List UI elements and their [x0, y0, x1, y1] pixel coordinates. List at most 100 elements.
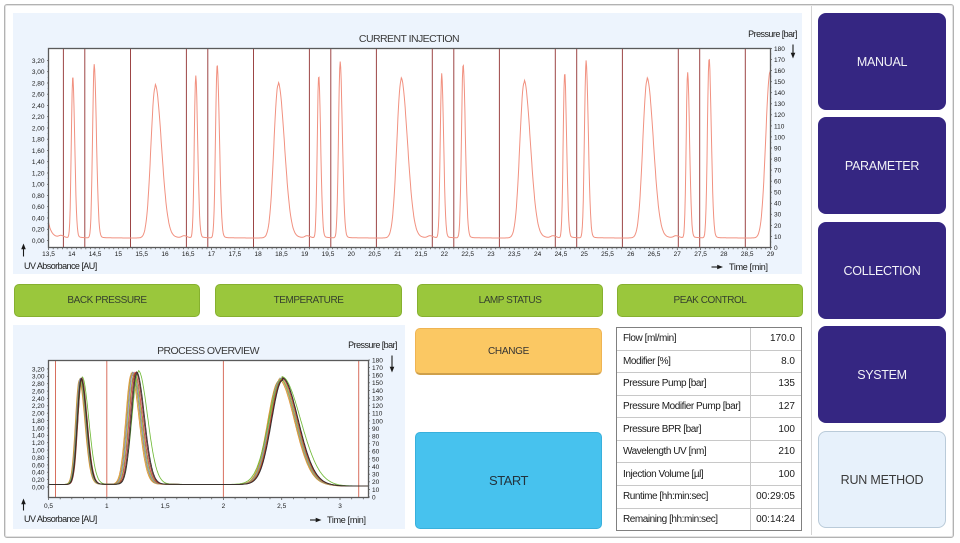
svg-text:3: 3: [338, 503, 342, 510]
svg-text:26: 26: [627, 251, 635, 258]
svg-text:40: 40: [372, 464, 380, 471]
svg-text:100: 100: [774, 134, 785, 141]
svg-text:0,40: 0,40: [32, 470, 45, 477]
svg-text:20: 20: [774, 223, 782, 230]
svg-text:28: 28: [720, 251, 728, 258]
svg-text:3,00: 3,00: [32, 69, 45, 76]
svg-text:1,20: 1,20: [32, 440, 45, 447]
svg-text:15,5: 15,5: [135, 251, 148, 258]
svg-text:0: 0: [774, 245, 778, 252]
svg-text:2,80: 2,80: [32, 381, 45, 388]
svg-text:2,5: 2,5: [277, 503, 286, 510]
svg-text:22,5: 22,5: [461, 251, 474, 258]
svg-text:19,5: 19,5: [322, 251, 335, 258]
svg-text:90: 90: [372, 426, 380, 433]
svg-text:80: 80: [774, 157, 782, 164]
svg-text:23: 23: [487, 251, 495, 258]
svg-text:110: 110: [372, 411, 383, 418]
svg-text:130: 130: [372, 396, 383, 403]
svg-text:3,00: 3,00: [32, 374, 45, 381]
svg-text:140: 140: [774, 90, 785, 97]
svg-text:0,5: 0,5: [44, 503, 53, 510]
svg-text:110: 110: [774, 123, 785, 130]
svg-text:21: 21: [394, 251, 402, 258]
svg-text:1: 1: [105, 503, 109, 510]
svg-text:140: 140: [372, 388, 383, 395]
svg-text:0,00: 0,00: [32, 238, 45, 245]
svg-text:2,00: 2,00: [32, 125, 45, 132]
svg-text:0,20: 0,20: [32, 227, 45, 234]
svg-text:180: 180: [372, 357, 383, 364]
svg-text:1,60: 1,60: [32, 425, 45, 432]
svg-text:0,80: 0,80: [32, 455, 45, 462]
svg-text:19: 19: [301, 251, 309, 258]
svg-text:70: 70: [774, 168, 782, 175]
svg-text:120: 120: [372, 403, 383, 410]
svg-text:60: 60: [774, 179, 782, 186]
svg-text:0,60: 0,60: [32, 462, 45, 469]
svg-text:1,40: 1,40: [32, 159, 45, 166]
svg-text:20: 20: [372, 479, 380, 486]
svg-text:17: 17: [208, 251, 216, 258]
svg-text:2: 2: [222, 503, 226, 510]
svg-text:150: 150: [774, 79, 785, 86]
svg-text:1,00: 1,00: [32, 182, 45, 189]
svg-text:13,5: 13,5: [42, 251, 55, 258]
svg-text:1,5: 1,5: [161, 503, 170, 510]
svg-text:0: 0: [372, 494, 376, 501]
svg-text:150: 150: [372, 380, 383, 387]
svg-text:2,40: 2,40: [32, 103, 45, 110]
svg-text:0,80: 0,80: [32, 193, 45, 200]
svg-text:170: 170: [372, 365, 383, 372]
svg-text:30: 30: [372, 472, 380, 479]
svg-text:2,80: 2,80: [32, 80, 45, 87]
svg-text:3,20: 3,20: [32, 58, 45, 65]
svg-text:2,20: 2,20: [32, 403, 45, 410]
svg-text:2,20: 2,20: [32, 114, 45, 121]
svg-text:23,5: 23,5: [508, 251, 521, 258]
svg-text:28,5: 28,5: [741, 251, 754, 258]
svg-text:1,20: 1,20: [32, 170, 45, 177]
svg-text:1,40: 1,40: [32, 433, 45, 440]
svg-text:0,60: 0,60: [32, 204, 45, 211]
svg-text:2,60: 2,60: [32, 389, 45, 396]
svg-text:16,5: 16,5: [182, 251, 195, 258]
svg-text:16: 16: [161, 251, 169, 258]
svg-text:2,60: 2,60: [32, 92, 45, 99]
svg-text:170: 170: [774, 57, 785, 64]
svg-text:120: 120: [774, 112, 785, 119]
svg-text:50: 50: [774, 190, 782, 197]
svg-text:21,5: 21,5: [415, 251, 428, 258]
svg-text:60: 60: [372, 449, 380, 456]
svg-text:10: 10: [774, 234, 782, 241]
svg-text:50: 50: [372, 456, 380, 463]
svg-text:40: 40: [774, 201, 782, 208]
svg-text:1,60: 1,60: [32, 148, 45, 155]
svg-text:130: 130: [774, 101, 785, 108]
svg-text:15: 15: [115, 251, 123, 258]
svg-text:14,5: 14,5: [89, 251, 102, 258]
svg-text:17,5: 17,5: [228, 251, 241, 258]
svg-text:24,5: 24,5: [555, 251, 568, 258]
svg-text:25: 25: [581, 251, 589, 258]
svg-text:18,5: 18,5: [275, 251, 288, 258]
svg-text:70: 70: [372, 441, 380, 448]
svg-text:25,5: 25,5: [601, 251, 614, 258]
svg-text:27,5: 27,5: [694, 251, 707, 258]
svg-text:30: 30: [774, 212, 782, 219]
svg-text:18: 18: [254, 251, 262, 258]
svg-text:29: 29: [767, 251, 775, 258]
svg-text:10: 10: [372, 487, 380, 494]
svg-text:80: 80: [372, 434, 380, 441]
svg-text:20,5: 20,5: [368, 251, 381, 258]
svg-text:20: 20: [348, 251, 356, 258]
svg-text:2,40: 2,40: [32, 396, 45, 403]
svg-text:14: 14: [68, 251, 76, 258]
svg-text:3,20: 3,20: [32, 366, 45, 373]
svg-text:1,00: 1,00: [32, 448, 45, 455]
svg-text:2,00: 2,00: [32, 411, 45, 418]
svg-text:0,20: 0,20: [32, 477, 45, 484]
svg-text:90: 90: [774, 145, 782, 152]
svg-text:22: 22: [441, 251, 449, 258]
svg-text:160: 160: [372, 373, 383, 380]
